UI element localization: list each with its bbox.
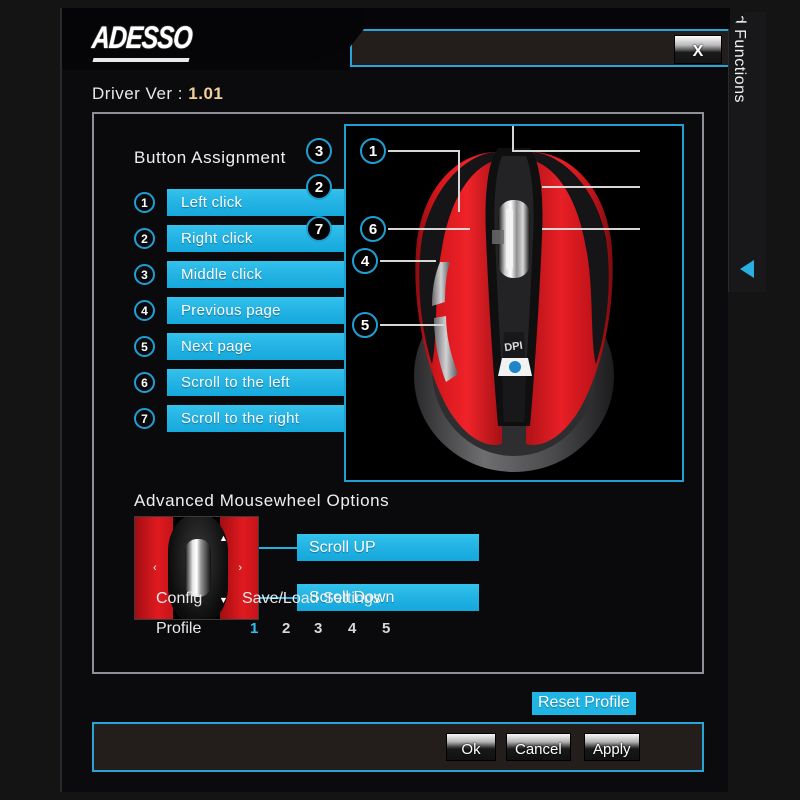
callout-number-5: 5 xyxy=(352,312,378,338)
logo-underline xyxy=(92,58,190,62)
assignment-row-5: 5 Next page xyxy=(134,330,367,363)
callout-badge-2: 2 xyxy=(134,228,155,249)
assignment-row-4: 4 Previous page xyxy=(134,294,367,327)
assignment-button-6[interactable]: Scroll to the left xyxy=(167,369,367,396)
callout-lead-2 xyxy=(542,186,640,188)
assignment-button-2[interactable]: Right click xyxy=(167,225,367,252)
assignment-row-3: 3 Middle click xyxy=(134,258,367,291)
assignment-button-4[interactable]: Previous page xyxy=(167,297,367,324)
adesso-logo: ADESSO xyxy=(90,20,193,56)
mouse-svg: DPI xyxy=(414,148,614,472)
scroll-wheel-graphic xyxy=(185,539,211,597)
callout-number-4: 4 xyxy=(352,248,378,274)
callout-lead-1v xyxy=(458,150,460,212)
profile-slot-2[interactable]: 2 xyxy=(282,620,290,637)
callout-number-6: 6 xyxy=(360,216,386,242)
assignment-row-1: 1 Left click xyxy=(134,186,367,219)
title-bar: ADESSO X xyxy=(62,8,730,70)
assignment-button-1[interactable]: Left click xyxy=(167,189,367,216)
assignment-button-7[interactable]: Scroll to the right xyxy=(167,405,367,432)
triangle-left-icon xyxy=(740,260,754,278)
profile-slot-3[interactable]: 3 xyxy=(314,620,322,637)
scroll-up-connector xyxy=(259,547,299,549)
wheel-left-marker-icon: ‹ xyxy=(153,562,157,574)
callout-badge-6: 6 xyxy=(134,372,155,393)
callout-badge-3: 3 xyxy=(134,264,155,285)
mouse-illustration: DPI xyxy=(346,126,682,480)
title-right-panel: X xyxy=(350,29,730,67)
assignment-button-5[interactable]: Next page xyxy=(167,333,367,360)
callout-lead-4 xyxy=(380,260,436,262)
profile-slot-1[interactable]: 1 xyxy=(250,620,258,637)
callout-lead-3h xyxy=(514,150,640,152)
callout-number-7: 7 xyxy=(306,216,332,242)
reset-profile-button[interactable]: Reset Profile xyxy=(532,692,636,715)
callout-lead-3v xyxy=(512,126,514,152)
callout-badge-7: 7 xyxy=(134,408,155,429)
config-label: Config xyxy=(156,590,203,607)
callout-number-1: 1 xyxy=(360,138,386,164)
dpi-label: DPI xyxy=(504,340,524,354)
profile-slot-5[interactable]: 5 xyxy=(382,620,390,637)
callout-badge-1: 1 xyxy=(134,192,155,213)
callout-lead-1h xyxy=(388,150,460,152)
close-button[interactable]: X xyxy=(674,35,722,64)
scroll-up-button[interactable]: Scroll UP xyxy=(297,534,479,561)
cancel-button[interactable]: Cancel xyxy=(506,733,571,761)
assignment-row-6: 6 Scroll to the left xyxy=(134,366,367,399)
main-panel: Button Assignment 1 Left click 2 Right c… xyxy=(92,112,704,715)
apply-button[interactable]: Apply xyxy=(584,733,640,761)
button-assignment-heading: Button Assignment xyxy=(134,148,286,167)
callout-number-2: 2 xyxy=(306,174,332,200)
footer-bar: Ok Cancel Apply xyxy=(92,722,704,772)
assignment-row-2: 2 Right click xyxy=(134,222,367,255)
assignment-row-7: 7 Scroll to the right xyxy=(134,402,367,435)
callout-lead-5 xyxy=(380,324,444,326)
save-load-settings-label: Save/Load Settings xyxy=(242,590,381,607)
app-screen: ADESSO X Driver Ver : 1.01 Button Assign… xyxy=(0,0,800,800)
driver-version-value: 1.01 xyxy=(188,84,224,103)
wheel-down-arrow-icon: ▼ xyxy=(219,595,228,605)
profile-slot-4[interactable]: 4 xyxy=(348,620,356,637)
mouse-diagram-panel: DPI 1 3 2 6 7 4 5 xyxy=(306,124,684,482)
wheel-right-marker-icon: › xyxy=(238,562,242,574)
profile-label: Profile xyxy=(156,620,202,637)
advanced-functions-tab[interactable]: Advanced Functions xyxy=(728,12,766,292)
main-window: ADESSO X Driver Ver : 1.01 Button Assign… xyxy=(60,8,730,792)
ok-button[interactable]: Ok xyxy=(446,733,496,761)
button-assignment-list: 1 Left click 2 Right click 3 Middle clic… xyxy=(134,186,367,438)
callout-badge-5: 5 xyxy=(134,336,155,357)
wheel-up-arrow-icon: ▲ xyxy=(219,533,228,543)
callout-lead-7 xyxy=(542,228,640,230)
callout-lead-6 xyxy=(388,228,470,230)
mousewheel-heading: Advanced Mousewheel Options xyxy=(134,491,390,510)
callout-number-3: 3 xyxy=(306,138,332,164)
callout-badge-4: 4 xyxy=(134,300,155,321)
driver-version-label: Driver Ver : xyxy=(92,84,184,103)
driver-version-text: Driver Ver : 1.01 xyxy=(92,84,223,104)
assignment-button-3[interactable]: Middle click xyxy=(167,261,367,288)
advanced-functions-label: Advanced Functions xyxy=(730,0,748,103)
